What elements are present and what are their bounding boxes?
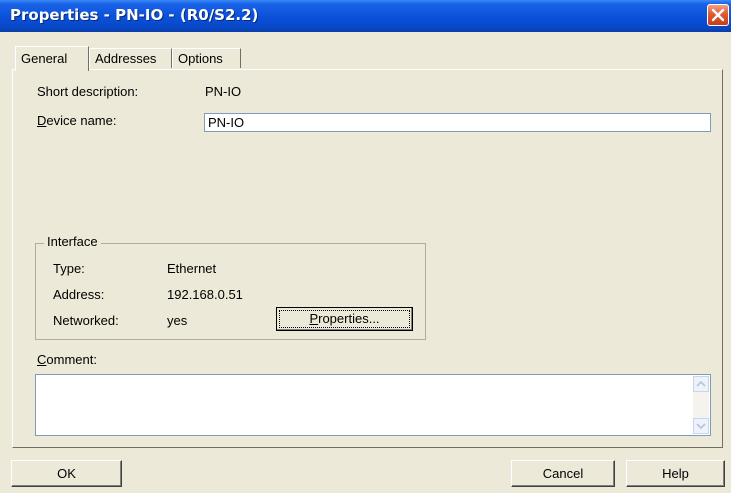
tab-options-label: Options xyxy=(178,51,223,66)
interface-networked-value: yes xyxy=(167,313,188,328)
interface-networked-label: Networked: xyxy=(53,313,119,328)
tab-general-label: General xyxy=(21,51,68,66)
interface-group-title: Interface xyxy=(44,234,101,249)
tab-options[interactable]: Options xyxy=(172,48,241,68)
interface-type-label: Type: xyxy=(53,261,85,276)
dialog-button-bar: OK Cancel Help xyxy=(0,455,731,493)
properties-dialog: Properties - PN-IO - (R0/S2.2) General A… xyxy=(0,0,731,493)
tab-addresses-label: Addresses xyxy=(95,51,157,66)
cancel-button[interactable]: Cancel xyxy=(511,460,615,487)
interface-address-label: Address: xyxy=(53,287,105,302)
scroll-up-button[interactable] xyxy=(693,376,709,392)
help-button[interactable]: Help xyxy=(626,460,725,487)
chevron-down-icon xyxy=(696,423,706,430)
interface-address-value: 192.168.0.51 xyxy=(167,287,243,302)
device-name-label-text: evice name: xyxy=(46,113,117,128)
tab-addresses[interactable]: Addresses xyxy=(89,48,172,68)
short-description-value: PN-IO xyxy=(205,84,242,99)
short-description-label: Short description: xyxy=(37,84,139,99)
tab-general[interactable]: General xyxy=(15,46,89,71)
interface-properties-button[interactable]: Properties... xyxy=(276,307,413,331)
close-icon xyxy=(711,8,725,22)
device-name-label-accel: D xyxy=(37,113,47,128)
comment-textarea[interactable] xyxy=(35,374,711,436)
comment-label-text: omment: xyxy=(46,352,97,367)
properties-button-accel: P xyxy=(309,311,319,326)
title-bar[interactable]: Properties - PN-IO - (R0/S2.2) xyxy=(0,0,731,32)
interface-type-value: Ethernet xyxy=(167,261,217,276)
device-name-input[interactable]: PN-IO xyxy=(204,113,711,132)
comment-label: Comment: xyxy=(37,352,97,367)
ok-button[interactable]: OK xyxy=(11,460,122,487)
close-button[interactable] xyxy=(707,4,729,26)
window-title: Properties - PN-IO - (R0/S2.2) xyxy=(10,6,259,24)
device-name-label: Device name: xyxy=(37,113,116,128)
properties-button-text: roperties... xyxy=(318,311,380,326)
scroll-down-button[interactable] xyxy=(693,418,709,434)
chevron-up-icon xyxy=(696,380,706,387)
comment-label-accel: C xyxy=(37,352,47,367)
comment-scrollbar[interactable] xyxy=(693,376,709,434)
